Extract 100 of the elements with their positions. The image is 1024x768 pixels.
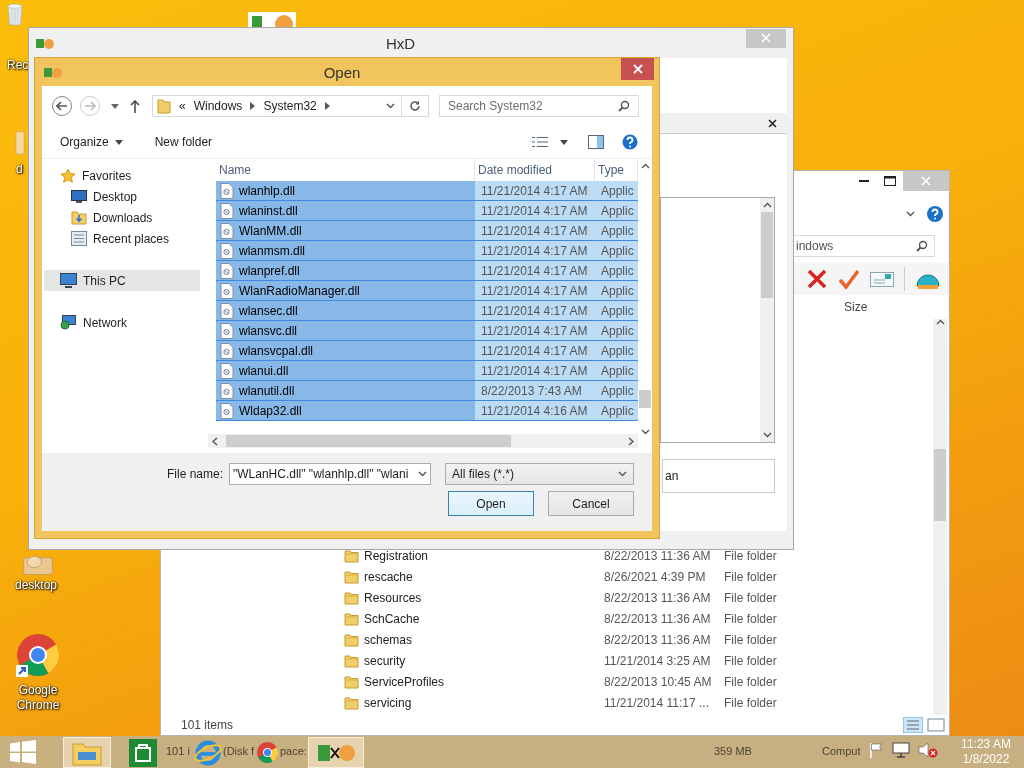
checkmark-icon[interactable] bbox=[838, 268, 860, 290]
star-icon bbox=[60, 167, 76, 184]
list-box[interactable] bbox=[660, 197, 775, 443]
type-cell-text: File folder bbox=[724, 632, 778, 647]
file-name: wlanui.dll bbox=[216, 361, 475, 380]
search-field[interactable]: indows bbox=[793, 235, 935, 257]
nav-item[interactable]: Recent places bbox=[44, 228, 200, 249]
type-cell-text: File folder bbox=[724, 674, 778, 689]
taskbar-button[interactable] bbox=[308, 737, 364, 768]
horizontal-scrollbar[interactable] bbox=[208, 434, 638, 448]
folder-icon bbox=[344, 695, 359, 710]
nav-item[interactable]: Desktop bbox=[44, 186, 200, 207]
file-name: wlanhlp.dll bbox=[216, 181, 475, 200]
file-name: wlansvcpal.dll bbox=[216, 341, 475, 360]
file-icon bbox=[220, 242, 234, 259]
file-row[interactable]: wlaninst.dll 11/21/2014 4:17 AM Applic bbox=[216, 201, 638, 221]
scrollbar-thumb[interactable] bbox=[639, 390, 651, 408]
date-cell-text: 11/21/2014 4:17 AM bbox=[480, 203, 589, 218]
status-text: (Disk f bbox=[223, 745, 255, 757]
file-row[interactable]: wlanui.dll 11/21/2014 4:17 AM Applic bbox=[216, 361, 638, 381]
file-row[interactable]: WlanMM.dll 11/21/2014 4:17 AM Applic bbox=[216, 221, 638, 241]
address-bar[interactable]: « Windows System32 bbox=[152, 95, 402, 117]
recycle-bin-icon[interactable] bbox=[5, 2, 25, 26]
nav-item[interactable]: This PC bbox=[44, 270, 200, 291]
status-text: 101 items bbox=[181, 718, 234, 732]
browser-icon bbox=[193, 739, 222, 766]
close-icon bbox=[921, 176, 931, 186]
cancel-button[interactable]: Cancel bbox=[548, 491, 634, 516]
file-icon bbox=[220, 262, 234, 279]
taskbar-button[interactable] bbox=[63, 737, 111, 768]
file-row[interactable]: wlansec.dll 11/21/2014 4:17 AM Applic bbox=[216, 301, 638, 321]
file-type-dropdown[interactable]: All files (*.*) bbox=[445, 463, 634, 485]
refresh-icon bbox=[409, 100, 421, 112]
file-name: wlanpref.dll bbox=[216, 261, 475, 280]
file-row[interactable]: Wldap32.dll 11/21/2014 4:16 AM Applic bbox=[216, 401, 638, 421]
taskbar-button[interactable] bbox=[192, 737, 223, 768]
tiles-view-icon[interactable] bbox=[927, 717, 945, 733]
nav-item[interactable]: Favorites bbox=[44, 165, 200, 186]
forward-button[interactable] bbox=[80, 96, 100, 116]
status-text: 101 i bbox=[166, 745, 190, 757]
folder-icon bbox=[344, 569, 359, 584]
shopping-bag-icon bbox=[129, 738, 157, 767]
status-text: 359 MB bbox=[714, 745, 752, 757]
folder-icon bbox=[157, 98, 171, 114]
search-field[interactable]: Search System32 bbox=[439, 95, 639, 117]
breadcrumb-link[interactable]: Windows bbox=[193, 99, 243, 113]
scrollbar-thumb[interactable] bbox=[934, 449, 946, 521]
details-view-icon[interactable] bbox=[903, 717, 923, 733]
file-name-field[interactable]: "WLanHC.dll" "wlanhlp.dll" "wlani bbox=[229, 463, 431, 485]
overflow-button[interactable]: « bbox=[179, 99, 186, 113]
chevron-icon bbox=[250, 102, 256, 110]
new-folder-button[interactable]: New folder bbox=[144, 132, 223, 152]
column-header[interactable]: Size bbox=[844, 300, 868, 314]
start-button[interactable] bbox=[8, 740, 38, 766]
file-row[interactable]: wlanmsm.dll 11/21/2014 4:17 AM Applic bbox=[216, 241, 638, 261]
folder-name: schemas bbox=[364, 632, 414, 647]
file-row[interactable]: wlansvcpal.dll 11/21/2014 4:17 AM Applic bbox=[216, 341, 638, 361]
open-button[interactable]: Open bbox=[448, 491, 534, 516]
nav-item[interactable]: Network bbox=[44, 312, 200, 333]
close-icon bbox=[632, 64, 643, 74]
scrollbar-thumb[interactable] bbox=[226, 435, 511, 447]
type-cell-text: Applic bbox=[600, 203, 635, 218]
taskbar-button[interactable] bbox=[128, 737, 158, 768]
folder-name: Registration bbox=[364, 548, 430, 563]
file-row[interactable]: wlanpref.dll 11/21/2014 4:17 AM Applic bbox=[216, 261, 638, 281]
back-arrow-icon bbox=[56, 101, 68, 111]
breadcrumb-link[interactable]: System32 bbox=[263, 99, 317, 113]
file-icon bbox=[220, 362, 234, 379]
nav-item[interactable]: Downloads bbox=[44, 207, 200, 228]
text-field[interactable]: an bbox=[662, 459, 775, 493]
forward-arrow-icon bbox=[84, 101, 96, 111]
close-button[interactable] bbox=[621, 58, 654, 80]
envelope-icon[interactable] bbox=[870, 270, 894, 288]
app-logo-icon bbox=[248, 12, 296, 28]
help-icon[interactable] bbox=[927, 206, 943, 222]
chrome-icon[interactable] bbox=[15, 632, 61, 678]
file-row[interactable]: wlanhlp.dll 11/21/2014 4:17 AM Applic bbox=[216, 181, 638, 201]
organize-button[interactable]: Organize bbox=[50, 132, 133, 152]
up-arrow-icon bbox=[130, 99, 140, 113]
scrollbar-thumb[interactable] bbox=[761, 212, 773, 298]
date-cell-text: 8/22/2013 11:36 AM bbox=[604, 590, 712, 605]
file-row[interactable]: wlansvc.dll 11/21/2014 4:17 AM Applic bbox=[216, 321, 638, 341]
app-logo-icon bbox=[35, 37, 55, 49]
folder-name: rescache bbox=[364, 569, 414, 584]
delete-icon[interactable] bbox=[806, 268, 828, 290]
file-row[interactable]: WlanRadioManager.dll 11/21/2014 4:17 AM Applic bbox=[216, 281, 638, 301]
folder-icon bbox=[344, 653, 359, 668]
muted-speaker-icon[interactable] bbox=[918, 742, 938, 758]
file-row[interactable]: wlanutil.dll 8/22/2013 7:43 AM Applic bbox=[216, 381, 638, 401]
date-cell-text: 11/21/2014 4:17 AM bbox=[480, 343, 589, 358]
back-button[interactable] bbox=[52, 96, 72, 116]
folder-icon bbox=[344, 674, 359, 689]
start-icon bbox=[9, 740, 37, 764]
file-icon bbox=[220, 402, 234, 419]
date-cell-text: 11/21/2014 4:17 AM bbox=[480, 263, 589, 278]
network-icon[interactable] bbox=[892, 742, 910, 758]
network-icon bbox=[60, 315, 77, 330]
refresh-button[interactable] bbox=[402, 95, 429, 117]
scrollbar[interactable] bbox=[933, 319, 947, 715]
flag-icon[interactable] bbox=[868, 742, 884, 758]
